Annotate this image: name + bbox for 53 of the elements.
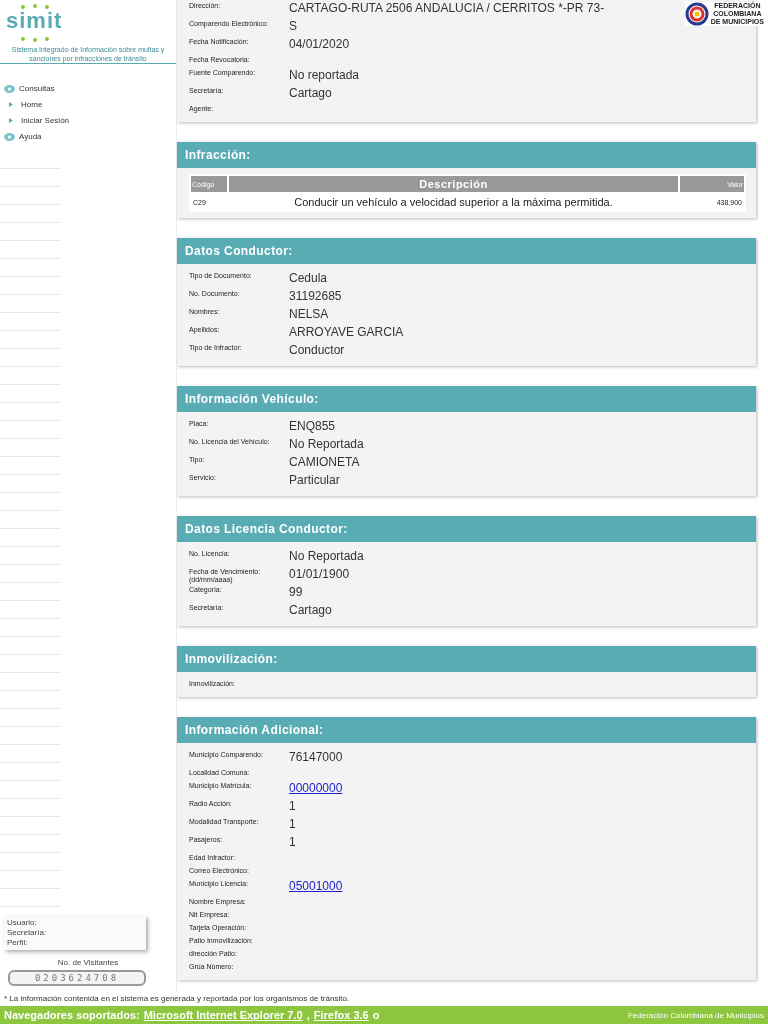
field-value: 31192685 xyxy=(289,288,342,304)
user-info-label: Secretaría: xyxy=(7,928,48,938)
simit-logo: simit xyxy=(6,10,63,32)
field-value: 04/01/2020 xyxy=(289,36,350,52)
user-info-label: Usuario: xyxy=(7,918,38,928)
field-link[interactable]: 05001000 xyxy=(289,878,343,894)
menu-link[interactable]: Consultas xyxy=(4,82,55,95)
bullet-icon xyxy=(9,118,13,123)
visitor-counter: 0203624708 xyxy=(8,970,146,986)
footer-org: Federación Colombiana de Municipios xyxy=(627,1010,764,1020)
field-value: Cartago xyxy=(289,602,332,618)
field-link[interactable]: 00000000 xyxy=(289,780,343,796)
footer-text: o xyxy=(372,1009,380,1021)
field-value: Particular xyxy=(289,472,340,488)
eye-icon xyxy=(4,84,15,93)
table-cell-text: Conducir un vehículo a velocidad superior a la máxima permitida. xyxy=(293,195,614,210)
field-value: 76147000 xyxy=(289,749,343,765)
eye-icon xyxy=(4,132,15,141)
menu-link[interactable]: Iniciar Sesión xyxy=(4,114,70,127)
field-value: 99 xyxy=(289,584,303,600)
field-value: Conductor xyxy=(289,342,345,358)
field-value: CAMIONETA xyxy=(289,454,360,470)
section-header: Datos Licencia Conductor: xyxy=(177,516,756,542)
dots-icon xyxy=(20,36,50,42)
dots-icon xyxy=(20,4,50,10)
column-header: Descripción xyxy=(229,176,678,192)
field-value: NELSA xyxy=(289,306,329,322)
field-value: Cedula xyxy=(289,270,328,286)
section-header: Datos Conductor: xyxy=(177,238,756,264)
section-header: Información Adicional: xyxy=(177,717,756,743)
section-header: Información Vehículo: xyxy=(177,386,756,412)
user-info-label: Perfil: xyxy=(7,938,29,948)
field-value: No Reportada xyxy=(289,436,364,452)
menu-link[interactable]: Ayuda xyxy=(4,130,42,143)
field-value: 1 xyxy=(289,816,296,832)
field-value: 01/01/1900 xyxy=(289,566,350,582)
separator: , xyxy=(306,1009,310,1021)
field-value: No Reportada xyxy=(289,548,364,564)
menu-link[interactable]: Home xyxy=(4,98,43,111)
field-value: ARROYAVE GARCIA xyxy=(289,324,404,340)
field-value: 1 xyxy=(289,798,296,814)
visitors-label: No. de Visitantes xyxy=(56,958,120,967)
bullet-icon xyxy=(9,102,13,107)
section-header: Infracción: xyxy=(177,142,756,168)
field-value: CARTAGO-RUTA 2506 ANDALUCIA / CERRITOS *-PR 73- xyxy=(289,0,605,16)
field-value: 1 xyxy=(289,834,296,850)
footnote: * La información contenida en el sistema es generada y reportada por los organismos de tránsito. xyxy=(3,993,351,1005)
field-value: S xyxy=(289,18,297,34)
field-value: No reportada xyxy=(289,67,360,83)
footer-label: Navegadores soportados: xyxy=(4,1009,140,1021)
field-value: Cartago xyxy=(289,85,332,101)
field-value: ENQ855 xyxy=(289,418,336,434)
section-header: Inmovilización: xyxy=(177,646,756,672)
